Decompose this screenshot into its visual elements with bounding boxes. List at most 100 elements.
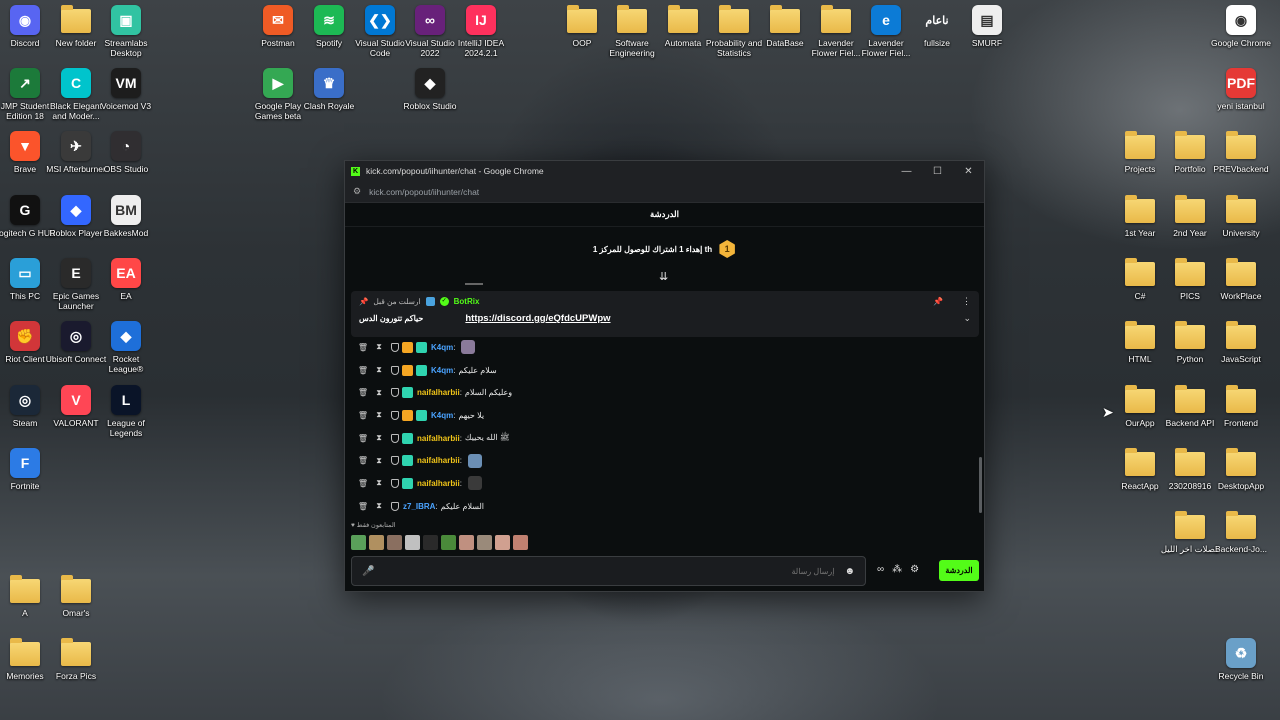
chat-username[interactable]: K4qm [431, 343, 453, 352]
desktop-icon-university[interactable]: University [1210, 195, 1272, 238]
emote-icon[interactable] [513, 535, 528, 550]
timeout-icon[interactable]: ⧗ [371, 342, 387, 352]
folder-icon [10, 575, 40, 603]
shield-badge-icon [391, 410, 399, 420]
delete-icon[interactable]: 🗑 [355, 434, 371, 443]
desktop-icon-recycle-bin[interactable]: ♻ Recycle Bin [1210, 638, 1272, 681]
chat-message[interactable]: 🗑 ⧗ K4qm: سلام عليكم [355, 359, 955, 382]
delete-icon[interactable]: 🗑 [355, 479, 371, 488]
desktop-icon-intellij-idea-2024-2-1[interactable]: IJ IntelliJ IDEA 2024.2.1 [450, 5, 512, 58]
chat-message-text: يلا حيهم [458, 410, 485, 420]
emote-icon[interactable] [477, 535, 492, 550]
desktop-icon-label: Fortnite [10, 481, 40, 491]
chat-username[interactable]: naifalharbii [417, 456, 460, 465]
emote-icon[interactable] [423, 535, 438, 550]
chat-username[interactable]: naifalharbii [417, 479, 460, 488]
username-separator: : [459, 478, 462, 488]
desktop-icon-desktopapp[interactable]: DesktopApp [1210, 448, 1272, 491]
desktop-icon-streamlabs-desktop[interactable]: ▣ Streamlabs Desktop [95, 5, 157, 58]
desktop-icon-workplace[interactable]: WorkPlace [1210, 258, 1272, 301]
timeout-icon[interactable]: ⧗ [371, 456, 387, 466]
desktop-icon-prevbackend[interactable]: PREVbackend [1210, 131, 1272, 174]
delete-icon[interactable]: 🗑 [355, 502, 371, 511]
chevron-down-icon[interactable]: ⌄ [963, 313, 971, 324]
timeout-icon[interactable]: ⧗ [371, 388, 387, 398]
chat-username[interactable]: naifalharbii [417, 388, 460, 397]
users-icon[interactable]: ⁂ [892, 564, 902, 575]
delete-icon[interactable]: 🗑 [355, 388, 371, 397]
window-titlebar[interactable]: K kick.com/popout/iihunter/chat - Google… [345, 161, 984, 181]
chat-username[interactable]: naifalharbii [417, 434, 460, 443]
desktop-icon-forza-pics[interactable]: Forza Pics [45, 638, 107, 681]
emote-icon[interactable] [369, 535, 384, 550]
desktop-icon-bakkesmod[interactable]: BM BakkesMod [95, 195, 157, 238]
desktop-icon-yeni-istanbul[interactable]: PDF yeni istanbul [1210, 68, 1272, 111]
chat-username[interactable]: K4qm [431, 366, 453, 375]
settings-gear-icon[interactable]: ⚙ [910, 564, 919, 575]
desktop-icon-league-of-legends[interactable]: L League of Legends [95, 385, 157, 438]
emote-icon[interactable] [495, 535, 510, 550]
desktop-icon-rocket-league[interactable]: ◆ Rocket League® [95, 321, 157, 374]
desktop-icon-fortnite[interactable]: F Fortnite [0, 448, 56, 491]
desktop-icon-clash-royale[interactable]: ♛ Clash Royale [298, 68, 360, 111]
microphone-icon[interactable]: 🎤 [362, 566, 374, 577]
emote-icon[interactable] [387, 535, 402, 550]
maximize-button[interactable]: ☐ [922, 161, 953, 181]
close-button[interactable]: ✕ [953, 161, 984, 181]
desktop-icon-roblox-studio[interactable]: ◆ Roblox Studio [399, 68, 461, 111]
chat-message[interactable]: 🗑 ⧗ naifalharbii: [355, 449, 955, 472]
emote-icon[interactable] [441, 535, 456, 550]
site-info-icon[interactable]: ⚙ [353, 186, 361, 197]
delete-icon[interactable]: 🗑 [355, 366, 371, 375]
chat-username[interactable]: z7_IBRA [403, 502, 435, 511]
collapse-icon[interactable]: ⇊ [659, 270, 668, 283]
desktop-icon-javascript[interactable]: JavaScript [1210, 321, 1272, 364]
chat-message[interactable]: 🗑 ⧗ naifalharbii: [355, 472, 955, 495]
chat-message[interactable]: 🗑 ⧗ K4qm: [355, 336, 955, 359]
timeout-icon[interactable]: ⧗ [371, 501, 387, 511]
steam-icon: ◎ [10, 385, 40, 415]
unpin-icon[interactable]: 📌 [933, 297, 943, 306]
chat-username[interactable]: K4qm [431, 411, 453, 420]
chat-scrollbar[interactable] [979, 457, 982, 513]
sub-goal: إهداء 1 اشتراك للوصول للمركز 1 th 1 [345, 227, 984, 271]
desktop-icon-smurf[interactable]: ▤ SMURF [956, 5, 1018, 48]
folder-icon [1226, 258, 1256, 286]
minimize-button[interactable]: — [891, 161, 922, 181]
pinned-author[interactable]: BotRix [454, 297, 480, 306]
chat-message[interactable]: 🗑 ⧗ naifalharbii: ﷺ الله يحييك [355, 427, 955, 450]
chat-message[interactable]: 🗑 ⧗ naifalharbii: وعليكم السلام [355, 381, 955, 404]
chat-message[interactable]: 🗑 ⧗ K4qm: يلا حيهم [355, 404, 955, 427]
more-options-icon[interactable]: ⋮ [962, 296, 971, 307]
riot-client-icon: ✊ [10, 321, 40, 351]
spotify-icon: ≋ [314, 5, 344, 35]
delete-icon[interactable]: 🗑 [355, 343, 371, 352]
desktop-icon-voicemod-v3[interactable]: VM Voicemod V3 [95, 68, 157, 111]
infinity-icon[interactable]: ∞ [877, 564, 884, 575]
desktop-icon-backend-jo[interactable]: Backend-Jo... [1210, 511, 1272, 554]
timeout-icon[interactable]: ⧗ [371, 433, 387, 443]
address-bar[interactable]: ⚙ kick.com/popout/iihunter/chat [345, 181, 984, 203]
emote-icon[interactable] [351, 535, 366, 550]
emote-icon[interactable] [459, 535, 474, 550]
desktop-icon-frontend[interactable]: Frontend [1210, 385, 1272, 428]
desktop-icon-google-chrome[interactable]: ◉ Google Chrome [1210, 5, 1272, 48]
desktop-icon-label: Riot Client [5, 354, 45, 364]
timeout-icon[interactable]: ⧗ [371, 410, 387, 420]
chat-send-button[interactable]: الدردشة [939, 560, 979, 581]
pinned-link[interactable]: https://discord.gg/eQfdcUPWpw [465, 313, 610, 324]
sub-badge-icon [416, 364, 427, 376]
emote-icon[interactable] [405, 535, 420, 550]
delete-icon[interactable]: 🗑 [355, 411, 371, 420]
chat-input-box[interactable]: 🎤 ☻ [351, 556, 866, 586]
chat-message[interactable]: 🗑 ⧗ z7_IBRA: السلام عليكم [355, 495, 955, 518]
delete-icon[interactable]: 🗑 [355, 456, 371, 465]
desktop-icon-ea[interactable]: EA EA [95, 258, 157, 301]
desktop-icon-obs-studio[interactable]: ◔ OBS Studio [95, 131, 157, 174]
emoji-icon[interactable]: ☻ [844, 566, 855, 577]
timeout-icon[interactable]: ⧗ [371, 478, 387, 488]
timeout-icon[interactable]: ⧗ [371, 365, 387, 375]
desktop-icon-a[interactable]: A [0, 575, 56, 618]
folder-icon [61, 5, 91, 33]
message-input[interactable] [374, 566, 845, 576]
